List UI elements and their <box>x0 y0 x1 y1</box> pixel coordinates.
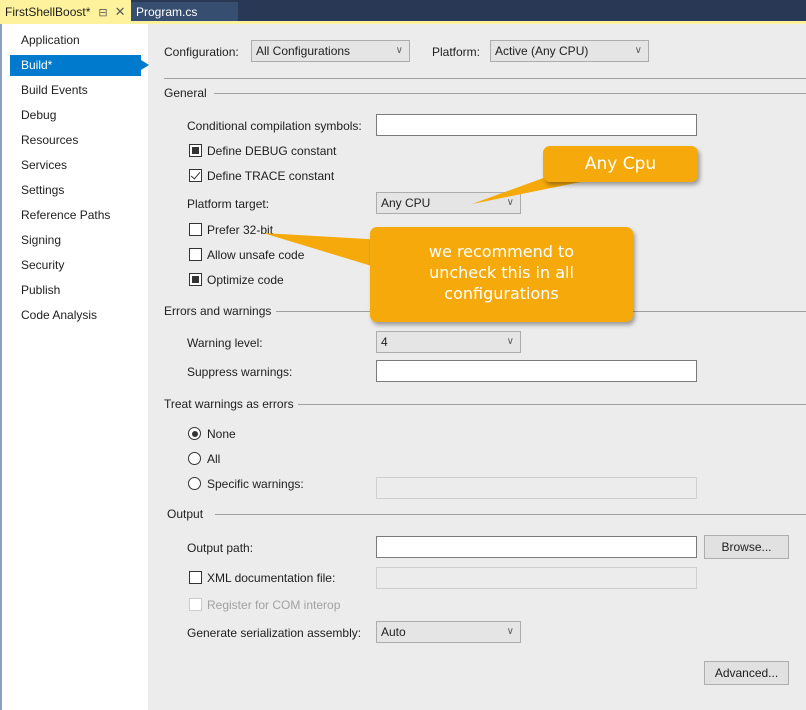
tab-program-cs[interactable]: Program.cs <box>131 2 238 21</box>
allow-unsafe-checkbox[interactable] <box>189 248 202 261</box>
chevron-down-icon: ∨ <box>634 45 642 56</box>
sidebar-item-debug[interactable]: Debug <box>10 105 141 126</box>
sidebar-item-code-analysis[interactable]: Code Analysis <box>10 305 141 326</box>
conditional-symbols-label: Conditional compilation symbols: <box>187 119 362 133</box>
chevron-down-icon: ∨ <box>395 45 403 56</box>
chevron-down-icon: ∨ <box>506 336 514 347</box>
sidebar-item-publish[interactable]: Publish <box>10 280 141 301</box>
chevron-down-icon: ∨ <box>506 197 514 208</box>
platform-target-dropdown[interactable]: Any CPU ∨ <box>376 192 521 214</box>
xml-documentation-label[interactable]: XML documentation file: <box>207 571 335 585</box>
configuration-value: All Configurations <box>256 44 351 58</box>
suppress-warnings-label: Suppress warnings: <box>187 365 293 379</box>
warning-level-label: Warning level: <box>187 336 263 350</box>
project-properties-sidebar: Application Build* Build Events Debug Re… <box>0 24 149 710</box>
header-divider <box>164 78 806 79</box>
define-debug-checkbox[interactable] <box>189 144 202 157</box>
section-divider <box>298 404 806 405</box>
sidebar-item-security[interactable]: Security <box>10 255 141 276</box>
pin-icon[interactable]: ⊟ <box>98 6 107 19</box>
sidebar-item-services[interactable]: Services <box>10 155 141 176</box>
sidebar-item-application[interactable]: Application <box>10 30 141 51</box>
prefer-32bit-label[interactable]: Prefer 32-bit <box>207 223 273 237</box>
define-trace-label[interactable]: Define TRACE constant <box>207 169 334 183</box>
sidebar-item-signing[interactable]: Signing <box>10 230 141 251</box>
platform-label: Platform: <box>432 45 481 59</box>
specific-warnings-input <box>376 477 697 499</box>
conditional-symbols-input[interactable] <box>376 114 697 136</box>
radio-specific-warnings-label[interactable]: Specific warnings: <box>207 477 304 491</box>
advanced-button[interactable]: Advanced... <box>704 661 789 685</box>
serialization-assembly-label: Generate serialization assembly: <box>187 626 362 640</box>
warning-level-dropdown[interactable]: 4 ∨ <box>376 331 521 353</box>
output-path-input[interactable] <box>376 536 697 558</box>
section-title-treat-warnings: Treat warnings as errors <box>164 397 294 411</box>
close-icon[interactable]: ✕ <box>115 4 126 20</box>
platform-value: Active (Any CPU) <box>495 44 589 58</box>
warning-level-value: 4 <box>381 335 388 349</box>
browse-button[interactable]: Browse... <box>704 535 789 559</box>
section-title-errors-warnings: Errors and warnings <box>164 304 272 318</box>
allow-unsafe-label[interactable]: Allow unsafe code <box>207 248 304 262</box>
sidebar-item-resources[interactable]: Resources <box>10 130 141 151</box>
build-properties-page: Configuration: All Configurations ∨ Plat… <box>148 24 806 710</box>
section-title-general: General <box>164 86 207 100</box>
section-divider <box>214 93 806 94</box>
document-tab-bar: FirstShellBoost* ⊟ ✕ Program.cs <box>0 0 806 24</box>
output-path-label: Output path: <box>187 541 254 555</box>
xml-documentation-checkbox[interactable] <box>189 571 202 584</box>
tab-label: Program.cs <box>136 4 198 19</box>
tab-firstshellboost[interactable]: FirstShellBoost* ⊟ ✕ <box>0 0 131 24</box>
optimize-code-label[interactable]: Optimize code <box>207 273 284 287</box>
sidebar-item-build[interactable]: Build* <box>10 55 149 76</box>
radio-none[interactable] <box>188 427 201 440</box>
serialization-assembly-value: Auto <box>381 625 406 639</box>
define-trace-checkbox[interactable] <box>189 169 202 182</box>
platform-target-value: Any CPU <box>381 196 431 210</box>
configuration-label: Configuration: <box>164 45 239 59</box>
suppress-warnings-input[interactable] <box>376 360 697 382</box>
radio-all[interactable] <box>188 452 201 465</box>
sidebar-item-build-events[interactable]: Build Events <box>10 80 141 101</box>
configuration-dropdown[interactable]: All Configurations ∨ <box>251 40 410 62</box>
xml-documentation-input <box>376 567 697 589</box>
prefer-32bit-checkbox[interactable] <box>189 223 202 236</box>
platform-target-label: Platform target: <box>187 197 270 211</box>
define-debug-label[interactable]: Define DEBUG constant <box>207 144 336 158</box>
sidebar-item-settings[interactable]: Settings <box>10 180 141 201</box>
section-divider <box>215 514 806 515</box>
radio-none-label[interactable]: None <box>207 427 236 441</box>
callout-prefer32-annotation: we recommend to uncheck this in all conf… <box>370 227 633 322</box>
register-com-interop-label: Register for COM interop <box>207 598 341 612</box>
sidebar-item-reference-paths[interactable]: Reference Paths <box>10 205 141 226</box>
tab-label: FirstShellBoost* <box>5 5 91 19</box>
platform-dropdown[interactable]: Active (Any CPU) ∨ <box>490 40 649 62</box>
callout-platform-annotation: Any Cpu <box>543 146 698 182</box>
chevron-down-icon: ∨ <box>506 626 514 637</box>
optimize-code-checkbox[interactable] <box>189 273 202 286</box>
serialization-assembly-dropdown[interactable]: Auto ∨ <box>376 621 521 643</box>
section-title-output: Output <box>167 507 204 521</box>
register-com-interop-checkbox <box>189 598 202 611</box>
radio-all-label[interactable]: All <box>207 452 220 466</box>
radio-specific-warnings[interactable] <box>188 477 201 490</box>
